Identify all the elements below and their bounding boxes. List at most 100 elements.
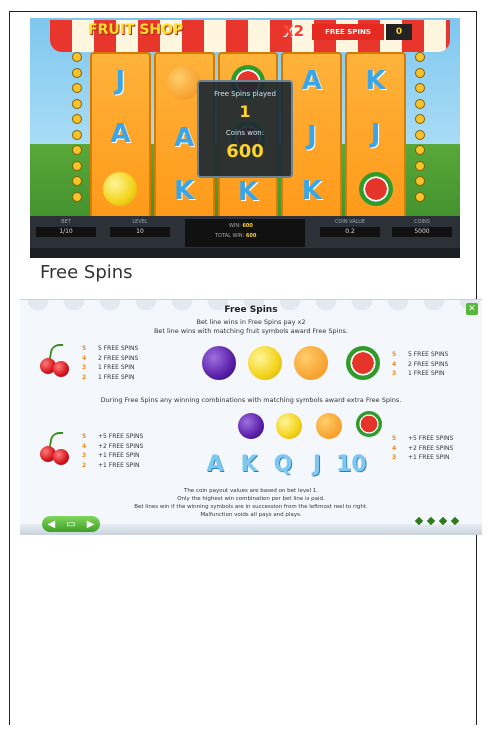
watermelon-icon bbox=[346, 346, 380, 380]
bet-display: BET 1/10 bbox=[36, 219, 96, 237]
pay-count: 5 bbox=[82, 433, 87, 440]
plum-icon bbox=[202, 346, 236, 380]
reel-symbol: A bbox=[174, 122, 195, 153]
pay-award: +5 FREE SPINS bbox=[98, 433, 144, 440]
cherry-paytable: 5 5 FREE SPINS 4 2 FREE SPINS 3 1 FREE SPIN 2 1… bbox=[82, 344, 138, 382]
letter-symbols: A K Q J 10 bbox=[200, 452, 366, 477]
reel-symbol: J bbox=[115, 65, 126, 96]
pay-count: 3 bbox=[82, 452, 87, 459]
reel-symbol: K bbox=[301, 175, 322, 206]
page-dot[interactable] bbox=[450, 516, 460, 526]
pay-award: 1 FREE SPIN bbox=[98, 373, 135, 381]
game-status-bar bbox=[30, 248, 460, 258]
pay-count: 4 bbox=[82, 442, 87, 450]
reel: KJ bbox=[345, 52, 406, 220]
pay-count: 2 bbox=[82, 373, 87, 381]
footnote-1: The coin payout values are based on bet … bbox=[183, 488, 319, 494]
fruit-paytable: 5 5 FREE SPINS 4 2 FREE SPINS 3 1 FREE SPIN bbox=[392, 350, 448, 379]
reel-symbol: J bbox=[370, 118, 381, 149]
coins-won-value: 600 bbox=[226, 141, 264, 162]
lemon-icon bbox=[248, 346, 282, 380]
game-hud: BET 1/10 LEVEL 10 WIN: 600 TOTAL WIN: 600 … bbox=[30, 216, 460, 258]
free-spins-played-value: 1 bbox=[239, 102, 251, 121]
page-indicator[interactable] bbox=[414, 516, 460, 526]
orange-icon bbox=[316, 413, 342, 439]
reel: JA bbox=[90, 52, 151, 220]
pay-row: 5 +5 FREE SPINS bbox=[392, 434, 453, 444]
pay-row: 5 +5 FREE SPINS bbox=[82, 432, 143, 442]
rule-line-3: During Free Spins any winning combinatio… bbox=[100, 396, 402, 404]
pay-count: 3 bbox=[392, 370, 397, 377]
pay-count: 3 bbox=[82, 364, 87, 371]
footnote-3: Bet lines win if the winning symbols are… bbox=[134, 504, 368, 510]
letter-symbol: J bbox=[312, 452, 322, 477]
pay-row: 3 1 FREE SPIN bbox=[392, 369, 448, 379]
pay-count: 4 bbox=[82, 354, 87, 362]
pay-award: 1 FREE SPIN bbox=[98, 364, 135, 371]
rule-line-1: Bet line wins in Free Spins pay x2 bbox=[196, 318, 306, 326]
pay-count: 2 bbox=[82, 461, 87, 469]
close-button[interactable]: ✕ bbox=[466, 303, 478, 315]
prev-page-icon[interactable]: ◀ bbox=[48, 519, 56, 530]
rule-line-2: Bet line wins with matching fruit symbol… bbox=[153, 327, 349, 335]
page-dot[interactable] bbox=[426, 516, 436, 526]
free-spins-counter: 0 bbox=[386, 24, 412, 40]
pay-row: 2 +1 FREE SPIN bbox=[82, 461, 143, 471]
pay-row: 5 5 FREE SPINS bbox=[392, 350, 448, 360]
pay-award: +1 FREE SPIN bbox=[408, 454, 450, 461]
pay-count: 5 bbox=[392, 351, 397, 358]
extra-paytable: 5 +5 FREE SPINS 4 +2 FREE SPINS 3 +1 FREE SPI… bbox=[392, 434, 453, 463]
pay-count: 5 bbox=[392, 435, 397, 442]
pay-count: 4 bbox=[392, 360, 397, 368]
pay-row: 5 5 FREE SPINS bbox=[82, 344, 138, 354]
free-spins-played-label: Free Spins played bbox=[214, 90, 276, 98]
page-dot[interactable] bbox=[414, 516, 424, 526]
reel-symbol: A bbox=[301, 66, 322, 97]
plum-icon bbox=[238, 413, 264, 439]
pay-row: 4 2 FREE SPINS bbox=[392, 360, 448, 370]
cherry-icon bbox=[40, 344, 70, 378]
pay-award: 5 FREE SPINS bbox=[408, 351, 449, 358]
watermelon-icon bbox=[356, 411, 382, 437]
pay-award: +2 FREE SPINS bbox=[98, 442, 144, 450]
reel-symbol: J bbox=[306, 120, 317, 151]
letter-symbol: A bbox=[206, 452, 224, 477]
page-dot[interactable] bbox=[438, 516, 448, 526]
reel-symbol: A bbox=[110, 118, 131, 149]
game-screenshot: FRUIT SHOP X2 FREE SPINS 0 JAAKKAJKKJ Fr… bbox=[30, 18, 460, 258]
page-nav-control[interactable]: ◀ ▭ ▶ bbox=[42, 516, 100, 532]
reel-symbol: K bbox=[237, 177, 259, 207]
pay-row: 3 +1 FREE SPIN bbox=[82, 451, 143, 461]
pay-award: +2 FREE SPINS bbox=[408, 444, 454, 452]
multiplier-badge: X2 bbox=[282, 22, 305, 40]
pay-award: +5 FREE SPINS bbox=[408, 435, 454, 442]
cherry-extra-paytable: 5 +5 FREE SPINS 4 +2 FREE SPINS 3 +1 FREE SPI… bbox=[82, 432, 143, 470]
orange-icon bbox=[294, 346, 328, 380]
game-logo: FRUIT SHOP bbox=[88, 22, 184, 38]
lemon-icon bbox=[103, 172, 138, 207]
pay-row: 3 1 FREE SPIN bbox=[82, 363, 138, 373]
pay-count: 4 bbox=[392, 444, 397, 452]
left-line-markers bbox=[72, 52, 86, 202]
cherry-icon bbox=[40, 432, 70, 466]
pay-award: +1 FREE SPIN bbox=[98, 461, 140, 469]
reel-symbol: K bbox=[365, 65, 386, 96]
watermelon-icon bbox=[358, 172, 393, 207]
pay-award: 2 FREE SPINS bbox=[98, 354, 139, 362]
footnote-2: Only the highest win combination per bet… bbox=[177, 496, 325, 502]
pay-row: 4 2 FREE SPINS bbox=[82, 354, 138, 364]
pay-row: 2 1 FREE SPIN bbox=[82, 373, 138, 383]
paytable-title: Free Spins bbox=[224, 305, 278, 315]
next-page-icon[interactable]: ▶ bbox=[87, 519, 95, 530]
pay-row: 4 +2 FREE SPINS bbox=[82, 442, 143, 452]
letter-symbol: Q bbox=[273, 452, 293, 477]
level-display: LEVEL 10 bbox=[110, 219, 170, 237]
pay-count: 5 bbox=[82, 345, 87, 352]
coins-display: COINS 5000 bbox=[392, 219, 452, 237]
pay-row: 3 +1 FREE SPIN bbox=[392, 453, 453, 463]
pay-award: 1 FREE SPIN bbox=[408, 370, 445, 377]
menu-icon[interactable]: ▭ bbox=[66, 519, 75, 530]
reel-symbol: K bbox=[174, 176, 195, 207]
free-spins-banner: FREE SPINS bbox=[312, 24, 384, 40]
lemon-icon bbox=[276, 413, 302, 439]
